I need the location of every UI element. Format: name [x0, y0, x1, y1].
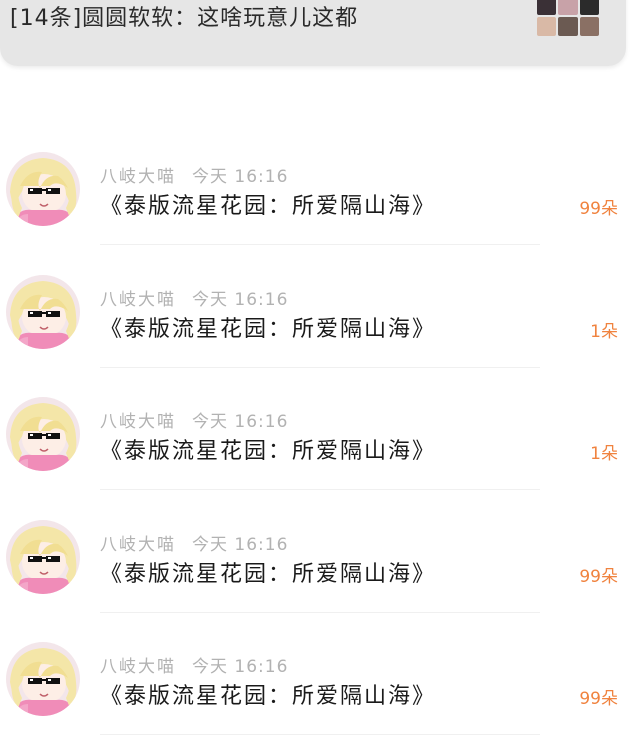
message-row[interactable]: 八岐大喵 今天 16:16 《泰版流星花园：所爱隔山海》 99朵	[0, 490, 640, 613]
message-row[interactable]: 八岐大喵 今天 16:16 《泰版流星花园：所爱隔山海》 99朵	[0, 612, 640, 735]
sender-meta: 八岐大喵 今天 16:16	[100, 285, 288, 310]
sender-name: 八岐大喵	[100, 535, 176, 555]
sender-avatar[interactable]	[6, 642, 80, 716]
message-row[interactable]: 八岐大喵 今天 16:16 《泰版流星花园：所爱隔山海》 1朵	[0, 245, 640, 368]
message-text: 《泰版流星花园：所爱隔山海》	[100, 194, 437, 219]
message-row[interactable]: 八岐大喵 今天 16:16 《泰版流星花园：所爱隔山海》 1朵	[0, 367, 640, 490]
sender-avatar[interactable]	[6, 397, 80, 471]
message-time: 今天 16:16	[192, 535, 289, 555]
sender-name: 八岐大喵	[100, 290, 176, 310]
message-text: 《泰版流星花园：所爱隔山海》	[100, 562, 437, 587]
notification-text: [14条]圆圆软软：这啥玩意儿这都	[10, 6, 359, 31]
sender-name: 八岐大喵	[100, 167, 176, 187]
sender-meta: 八岐大喵 今天 16:16	[100, 407, 288, 432]
message-time: 今天 16:16	[192, 167, 289, 187]
message-time: 今天 16:16	[192, 412, 289, 432]
flower-count: 99朵	[579, 689, 618, 709]
sender-meta: 八岐大喵 今天 16:16	[100, 530, 288, 555]
message-time: 今天 16:16	[192, 290, 289, 310]
sender-avatar[interactable]	[6, 275, 80, 349]
group-avatar-collage-icon	[537, 0, 599, 36]
message-row[interactable]: 八岐大喵 今天 16:16 《泰版流星花园：所爱隔山海》 99朵	[0, 122, 640, 245]
message-text: 《泰版流星花园：所爱隔山海》	[100, 317, 437, 342]
flower-count: 1朵	[590, 444, 618, 464]
flower-count: 1朵	[590, 322, 618, 342]
sender-avatar[interactable]	[6, 520, 80, 594]
message-time: 今天 16:16	[192, 657, 289, 677]
sender-meta: 八岐大喵 今天 16:16	[100, 652, 288, 677]
flower-count: 99朵	[579, 567, 618, 587]
sender-meta: 八岐大喵 今天 16:16	[100, 162, 288, 187]
sender-avatar[interactable]	[6, 152, 80, 226]
sender-name: 八岐大喵	[100, 412, 176, 432]
notification-banner[interactable]: [14条]圆圆软软：这啥玩意儿这都	[0, 0, 626, 66]
message-text: 《泰版流星花园：所爱隔山海》	[100, 684, 437, 709]
sender-name: 八岐大喵	[100, 657, 176, 677]
message-text: 《泰版流星花园：所爱隔山海》	[100, 439, 437, 464]
flower-count: 99朵	[579, 199, 618, 219]
row-divider	[100, 734, 540, 735]
